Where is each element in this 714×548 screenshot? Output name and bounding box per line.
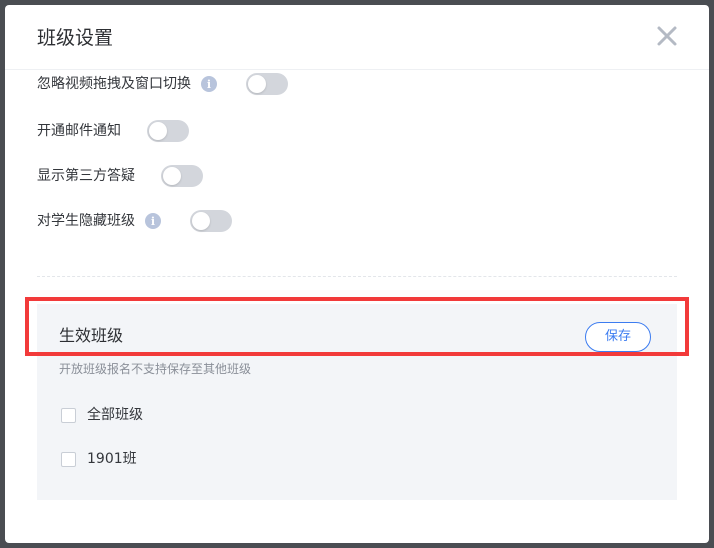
effective-classes-hint: 开放班级报名不支持保存至其他班级 (59, 362, 252, 376)
setting-row-third-party-qa: 显示第三方答疑 (37, 164, 203, 188)
toggle-knob (163, 167, 181, 185)
info-icon[interactable]: i (201, 76, 217, 92)
info-icon[interactable]: i (145, 213, 161, 229)
email-notification-toggle[interactable] (147, 120, 189, 142)
section-divider (37, 276, 677, 277)
hide-class-toggle[interactable] (190, 210, 232, 232)
setting-row-email-notification: 开通邮件通知 (37, 119, 189, 143)
setting-label: 开通邮件通知 (37, 123, 121, 139)
class-1901-checkbox[interactable] (61, 451, 76, 467)
save-button[interactable]: 保存 (585, 322, 651, 352)
third-party-qa-toggle[interactable] (161, 165, 203, 187)
option-label: 1901班 (87, 451, 137, 467)
dialog-title: 班级设置 (37, 27, 114, 49)
option-all-classes[interactable]: 全部班级 (61, 405, 143, 425)
effective-classes-title: 生效班级 (59, 326, 124, 345)
dialog-header: 班级设置 (5, 5, 709, 70)
close-icon[interactable] (653, 22, 681, 50)
setting-row-ignore-video-drag: 忽略视频拖拽及窗口切换 i (37, 72, 288, 96)
effective-classes-panel: 生效班级 保存 开放班级报名不支持保存至其他班级 全部班级 1901班 (37, 304, 677, 500)
toggle-knob (149, 122, 167, 140)
all-classes-checkbox[interactable] (61, 407, 76, 423)
setting-label: 对学生隐藏班级 (37, 213, 135, 229)
setting-row-hide-class: 对学生隐藏班级 i (37, 209, 232, 233)
toggle-knob (248, 75, 266, 93)
option-label: 全部班级 (87, 407, 143, 423)
class-settings-dialog: 班级设置 忽略视频拖拽及窗口切换 i 开通邮件通知 显示第三方答疑 对学生隐藏班… (5, 5, 709, 543)
ignore-video-drag-toggle[interactable] (246, 73, 288, 95)
setting-label: 忽略视频拖拽及窗口切换 (37, 76, 191, 92)
toggle-knob (192, 212, 210, 230)
option-class-1901[interactable]: 1901班 (61, 449, 137, 469)
setting-label: 显示第三方答疑 (37, 168, 135, 184)
